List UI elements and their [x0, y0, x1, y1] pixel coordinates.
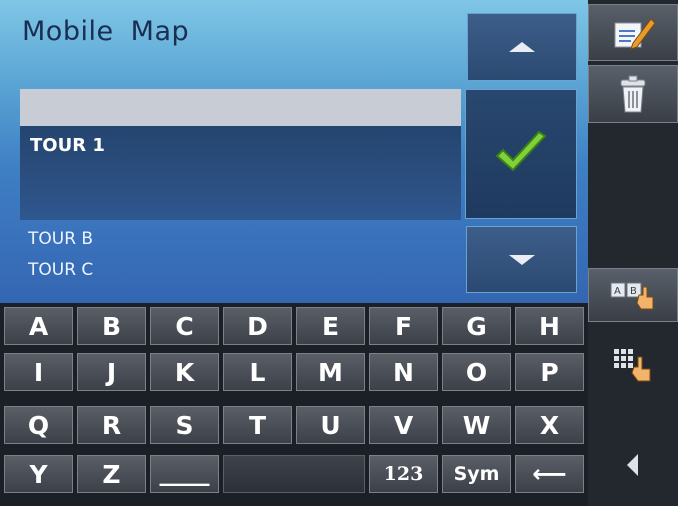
abc-keyboard-button[interactable]: A B	[588, 268, 678, 322]
key-w[interactable]: W	[442, 406, 511, 444]
key-v[interactable]: V	[369, 406, 438, 444]
key-l[interactable]: L	[223, 353, 292, 391]
list-item-label: TOUR 1	[30, 135, 105, 156]
key-t[interactable]: T	[223, 406, 292, 444]
space-key[interactable]: ____	[150, 455, 219, 493]
key-d[interactable]: D	[223, 307, 292, 345]
delete-button[interactable]	[588, 65, 678, 123]
list-item[interactable]: TOUR B	[28, 229, 93, 249]
on-screen-keyboard: A B C D E F G H I J K L M N O P Q R S T …	[0, 303, 588, 506]
key-m[interactable]: M	[296, 353, 365, 391]
edit-icon	[614, 17, 655, 50]
key-o[interactable]: O	[442, 353, 511, 391]
key-h[interactable]: H	[515, 307, 584, 345]
search-input[interactable]	[20, 89, 461, 126]
key-n[interactable]: N	[369, 353, 438, 391]
key-q[interactable]: Q	[4, 406, 73, 444]
keypad-button[interactable]	[588, 336, 678, 390]
key-j[interactable]: J	[77, 353, 146, 391]
scroll-down-button[interactable]	[466, 226, 577, 293]
backspace-key[interactable]: ⟵	[515, 455, 584, 493]
sidebar: A B	[588, 0, 678, 506]
abc-keyboard-icon: A B	[610, 282, 654, 310]
key-y[interactable]: Y	[4, 455, 73, 493]
list-item[interactable]: TOUR C	[28, 260, 93, 280]
space-bar[interactable]	[223, 455, 365, 493]
key-p[interactable]: P	[515, 353, 584, 391]
numbers-key[interactable]: 123	[369, 455, 438, 493]
grid-keypad-icon	[614, 349, 651, 382]
key-x[interactable]: X	[515, 406, 584, 444]
main-panel: Mobile Map TOUR 1 TOUR B TOUR C	[0, 0, 588, 303]
key-g[interactable]: G	[442, 307, 511, 345]
svg-text:A: A	[614, 286, 621, 297]
key-c[interactable]: C	[150, 307, 219, 345]
key-b[interactable]: B	[77, 307, 146, 345]
key-u[interactable]: U	[296, 406, 365, 444]
symbols-key[interactable]: Sym	[442, 455, 511, 493]
checkmark-icon	[495, 130, 547, 172]
triangle-up-icon	[509, 42, 535, 52]
key-e[interactable]: E	[296, 307, 365, 345]
edit-button[interactable]	[588, 4, 678, 61]
key-s[interactable]: S	[150, 406, 219, 444]
svg-text:B: B	[630, 286, 637, 297]
trash-icon	[620, 75, 646, 113]
back-button[interactable]	[588, 440, 678, 490]
scroll-up-button[interactable]	[467, 13, 577, 81]
app-title: Mobile Map	[22, 16, 190, 47]
list-item-selected[interactable]: TOUR 1	[20, 126, 461, 220]
key-i[interactable]: I	[4, 353, 73, 391]
back-arrow-icon	[627, 454, 638, 476]
key-z[interactable]: Z	[77, 455, 146, 493]
key-r[interactable]: R	[77, 406, 146, 444]
key-k[interactable]: K	[150, 353, 219, 391]
key-a[interactable]: A	[4, 307, 73, 345]
triangle-down-icon	[508, 254, 535, 265]
key-f[interactable]: F	[369, 307, 438, 345]
confirm-button[interactable]	[465, 89, 577, 219]
